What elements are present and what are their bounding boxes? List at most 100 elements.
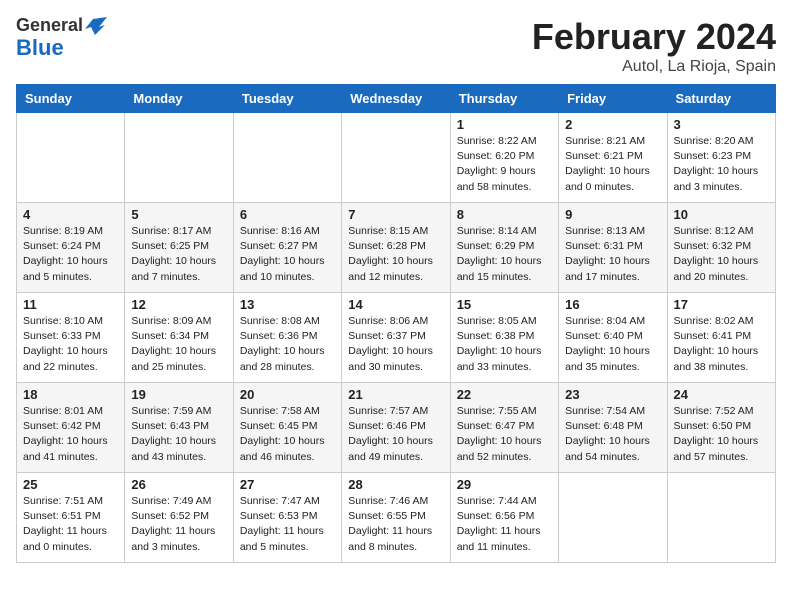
logo-bird-icon <box>85 17 107 35</box>
table-row: 11Sunrise: 8:10 AM Sunset: 6:33 PM Dayli… <box>17 293 125 383</box>
calendar-week-row: 18 Sunrise: 8:01 AM Sunset: 6:42 PM Dayli… <box>17 383 776 473</box>
cell-info: Sunrise: 8:15 AM Sunset: 6:28 PM Dayligh… <box>348 224 443 285</box>
cell-date: 16 <box>565 297 660 312</box>
calendar-week-row: 1 Sunrise: 8:22 AM Sunset: 6:20 PM Daylig… <box>17 113 776 203</box>
cell-info: Sunrise: 7:49 AM Sunset: 6:52 PM Dayligh… <box>131 494 226 555</box>
table-row <box>342 113 450 203</box>
logo-blue-text: Blue <box>16 36 64 60</box>
cell-info: Sunrise: 7:44 AM Sunset: 6:56 PM Dayligh… <box>457 494 552 555</box>
cell-info: Sunrise: 7:54 AM Sunset: 6:48 PM Dayligh… <box>565 404 660 465</box>
table-row: 10 Sunrise: 8:12 AM Sunset: 6:32 PM Dayli… <box>667 203 775 293</box>
cell-date: 18 <box>23 387 118 402</box>
table-row: 14 Sunrise: 8:06 AM Sunset: 6:37 PM Dayli… <box>342 293 450 383</box>
table-row: 18 Sunrise: 8:01 AM Sunset: 6:42 PM Dayli… <box>17 383 125 473</box>
cell-info: Sunrise: 7:58 AM Sunset: 6:45 PM Dayligh… <box>240 404 335 465</box>
table-row: 25 Sunrise: 7:51 AM Sunset: 6:51 PM Dayli… <box>17 473 125 563</box>
table-row <box>667 473 775 563</box>
cell-info: Sunrise: 8:20 AM Sunset: 6:23 PM Dayligh… <box>674 134 769 195</box>
cell-info: Sunrise: 7:47 AM Sunset: 6:53 PM Dayligh… <box>240 494 335 555</box>
cell-date: 8 <box>457 207 552 222</box>
table-row: 16 Sunrise: 8:04 AM Sunset: 6:40 PM Dayli… <box>559 293 667 383</box>
cell-info: Sunrise: 7:52 AM Sunset: 6:50 PM Dayligh… <box>674 404 769 465</box>
cell-info: Sunrise: 8:12 AM Sunset: 6:32 PM Dayligh… <box>674 224 769 285</box>
table-row: 5Sunrise: 8:17 AM Sunset: 6:25 PM Daylig… <box>125 203 233 293</box>
table-row: 7 Sunrise: 8:15 AM Sunset: 6:28 PM Daylig… <box>342 203 450 293</box>
cell-info: Sunrise: 7:51 AM Sunset: 6:51 PM Dayligh… <box>23 494 118 555</box>
table-row: 19 Sunrise: 7:59 AM Sunset: 6:43 PM Dayli… <box>125 383 233 473</box>
cell-info: Sunrise: 8:04 AM Sunset: 6:40 PM Dayligh… <box>565 314 660 375</box>
calendar-week-row: 11Sunrise: 8:10 AM Sunset: 6:33 PM Dayli… <box>17 293 776 383</box>
table-row: 21Sunrise: 7:57 AM Sunset: 6:46 PM Dayli… <box>342 383 450 473</box>
calendar-subtitle: Autol, La Rioja, Spain <box>532 58 776 76</box>
cell-date: 14 <box>348 297 443 312</box>
page-header: General Blue February 2024 Autol, La Rio… <box>16 16 776 76</box>
table-row: 15Sunrise: 8:05 AM Sunset: 6:38 PM Dayli… <box>450 293 558 383</box>
table-row: 28 Sunrise: 7:46 AM Sunset: 6:55 PM Dayli… <box>342 473 450 563</box>
logo-general-text: General <box>16 16 83 36</box>
cell-date: 11 <box>23 297 118 312</box>
header-sunday: Sunday <box>17 85 125 113</box>
cell-info: Sunrise: 7:46 AM Sunset: 6:55 PM Dayligh… <box>348 494 443 555</box>
cell-date: 9 <box>565 207 660 222</box>
header-monday: Monday <box>125 85 233 113</box>
cell-date: 17 <box>674 297 769 312</box>
table-row: 1 Sunrise: 8:22 AM Sunset: 6:20 PM Daylig… <box>450 113 558 203</box>
cell-date: 2 <box>565 117 660 132</box>
cell-info: Sunrise: 8:13 AM Sunset: 6:31 PM Dayligh… <box>565 224 660 285</box>
cell-date: 12 <box>131 297 226 312</box>
cell-date: 19 <box>131 387 226 402</box>
table-row: 3 Sunrise: 8:20 AM Sunset: 6:23 PM Daylig… <box>667 113 775 203</box>
calendar-week-row: 4 Sunrise: 8:19 AM Sunset: 6:24 PM Daylig… <box>17 203 776 293</box>
cell-date: 10 <box>674 207 769 222</box>
cell-date: 13 <box>240 297 335 312</box>
cell-date: 23 <box>565 387 660 402</box>
cell-date: 27 <box>240 477 335 492</box>
calendar-week-row: 25 Sunrise: 7:51 AM Sunset: 6:51 PM Dayli… <box>17 473 776 563</box>
table-row: 27 Sunrise: 7:47 AM Sunset: 6:53 PM Dayli… <box>233 473 341 563</box>
title-block: February 2024 Autol, La Rioja, Spain <box>532 16 776 76</box>
table-row: 17 Sunrise: 8:02 AM Sunset: 6:41 PM Dayli… <box>667 293 775 383</box>
cell-info: Sunrise: 8:01 AM Sunset: 6:42 PM Dayligh… <box>23 404 118 465</box>
table-row: 4 Sunrise: 8:19 AM Sunset: 6:24 PM Daylig… <box>17 203 125 293</box>
cell-date: 6 <box>240 207 335 222</box>
cell-date: 1 <box>457 117 552 132</box>
table-row <box>125 113 233 203</box>
table-row: 8 Sunrise: 8:14 AM Sunset: 6:29 PM Daylig… <box>450 203 558 293</box>
cell-date: 25 <box>23 477 118 492</box>
cell-info: Sunrise: 8:22 AM Sunset: 6:20 PM Dayligh… <box>457 134 552 195</box>
cell-date: 20 <box>240 387 335 402</box>
table-row <box>559 473 667 563</box>
cell-info: Sunrise: 8:17 AM Sunset: 6:25 PM Dayligh… <box>131 224 226 285</box>
cell-info: Sunrise: 7:59 AM Sunset: 6:43 PM Dayligh… <box>131 404 226 465</box>
table-row <box>17 113 125 203</box>
cell-info: Sunrise: 8:19 AM Sunset: 6:24 PM Dayligh… <box>23 224 118 285</box>
cell-info: Sunrise: 7:57 AM Sunset: 6:46 PM Dayligh… <box>348 404 443 465</box>
header-thursday: Thursday <box>450 85 558 113</box>
cell-info: Sunrise: 8:08 AM Sunset: 6:36 PM Dayligh… <box>240 314 335 375</box>
table-row: 20 Sunrise: 7:58 AM Sunset: 6:45 PM Dayli… <box>233 383 341 473</box>
header-tuesday: Tuesday <box>233 85 341 113</box>
cell-info: Sunrise: 7:55 AM Sunset: 6:47 PM Dayligh… <box>457 404 552 465</box>
cell-date: 28 <box>348 477 443 492</box>
logo: General Blue <box>16 16 107 60</box>
cell-info: Sunrise: 8:21 AM Sunset: 6:21 PM Dayligh… <box>565 134 660 195</box>
table-row: 26Sunrise: 7:49 AM Sunset: 6:52 PM Dayli… <box>125 473 233 563</box>
table-row: 23 Sunrise: 7:54 AM Sunset: 6:48 PM Dayli… <box>559 383 667 473</box>
table-row: 9 Sunrise: 8:13 AM Sunset: 6:31 PM Daylig… <box>559 203 667 293</box>
cell-info: Sunrise: 8:06 AM Sunset: 6:37 PM Dayligh… <box>348 314 443 375</box>
table-row: 22 Sunrise: 7:55 AM Sunset: 6:47 PM Dayli… <box>450 383 558 473</box>
calendar-header-row: Sunday Monday Tuesday Wednesday Thursday… <box>17 85 776 113</box>
cell-info: Sunrise: 8:02 AM Sunset: 6:41 PM Dayligh… <box>674 314 769 375</box>
cell-info: Sunrise: 8:16 AM Sunset: 6:27 PM Dayligh… <box>240 224 335 285</box>
cell-date: 7 <box>348 207 443 222</box>
cell-date: 22 <box>457 387 552 402</box>
cell-date: 29 <box>457 477 552 492</box>
header-saturday: Saturday <box>667 85 775 113</box>
cell-info: Sunrise: 8:14 AM Sunset: 6:29 PM Dayligh… <box>457 224 552 285</box>
table-row: 13 Sunrise: 8:08 AM Sunset: 6:36 PM Dayli… <box>233 293 341 383</box>
cell-date: 4 <box>23 207 118 222</box>
cell-date: 3 <box>674 117 769 132</box>
header-wednesday: Wednesday <box>342 85 450 113</box>
table-row: 2 Sunrise: 8:21 AM Sunset: 6:21 PM Daylig… <box>559 113 667 203</box>
cell-date: 24 <box>674 387 769 402</box>
